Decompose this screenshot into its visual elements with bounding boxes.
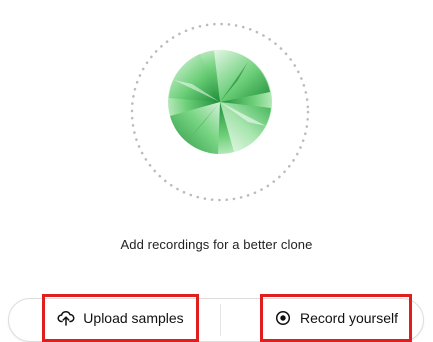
voice-visualizer (130, 10, 310, 215)
voice-orb-graphic (130, 22, 310, 202)
action-divider (220, 304, 221, 336)
record-yourself-label: Record yourself (299, 310, 399, 326)
upload-samples-label: Upload samples (83, 310, 184, 326)
cloud-upload-icon (57, 309, 75, 327)
upload-samples-button[interactable]: Upload samples (42, 294, 199, 342)
record-yourself-button[interactable]: Record yourself (260, 294, 412, 342)
hint-text: Add recordings for a better clone (120, 237, 313, 252)
record-dot-icon (274, 309, 292, 327)
